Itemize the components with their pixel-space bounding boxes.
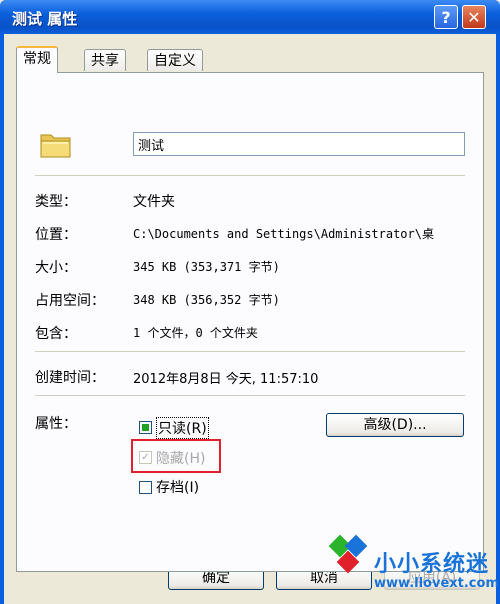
created-label: 创建时间： <box>35 370 105 386</box>
size-on-disk-value: 348 KB (356,352 字节) <box>133 293 280 307</box>
archive-checkbox[interactable] <box>139 481 152 494</box>
brand-url: www.llovext.com <box>374 576 499 591</box>
hidden-checkbox[interactable]: ✓ <box>139 451 152 464</box>
type-value: 文件夹 <box>133 194 175 210</box>
brand-diamond-icon <box>328 534 368 574</box>
tab-panel-general: 测试 类型： 文件夹 位置： C:\Documents and Settings… <box>16 72 484 572</box>
type-label: 类型： <box>35 194 77 210</box>
advanced-button[interactable]: 高级(D)... <box>326 413 464 437</box>
tab-general[interactable]: 常规 <box>16 46 58 73</box>
contains-label: 包含： <box>35 326 77 342</box>
location-label: 位置： <box>35 227 77 243</box>
created-value: 2012年8月8日 今天, 11:57:10 <box>133 372 319 387</box>
folder-name-field[interactable]: 测试 <box>133 132 465 156</box>
archive-label[interactable]: 存档(I) <box>156 477 199 497</box>
separator <box>35 175 465 176</box>
tab-customize[interactable]: 自定义 <box>147 49 203 71</box>
brand-name: 小小系统迷 <box>374 552 490 577</box>
size-label: 大小： <box>35 260 77 276</box>
close-button[interactable]: ✕ <box>462 5 486 29</box>
properties-window: 测试 属性 ? ✕ 常规 共享 自定义 测试 类型： 文件夹 位置： C:\Do… <box>0 0 500 604</box>
separator <box>35 395 465 396</box>
attributes-label: 属性： <box>35 416 77 432</box>
location-value: C:\Documents and Settings\Administrator\… <box>133 227 434 241</box>
hidden-label[interactable]: 隐藏(H) <box>156 448 205 468</box>
watermark-logo: 小小系统迷 www.llovext.com <box>328 508 500 604</box>
help-button[interactable]: ? <box>434 5 458 29</box>
readonly-checkbox[interactable] <box>139 421 152 434</box>
size-on-disk-label: 占用空间： <box>35 293 105 309</box>
readonly-label[interactable]: 只读(R) <box>156 417 209 439</box>
tab-sharing[interactable]: 共享 <box>84 49 126 71</box>
window-title: 测试 属性 <box>12 10 78 28</box>
title-bar[interactable]: 测试 属性 ? ✕ <box>0 0 500 34</box>
separator <box>35 351 465 352</box>
size-value: 345 KB (353,371 字节) <box>133 260 280 274</box>
folder-icon <box>40 134 71 158</box>
contains-value: 1 个文件，0 个文件夹 <box>133 326 258 340</box>
